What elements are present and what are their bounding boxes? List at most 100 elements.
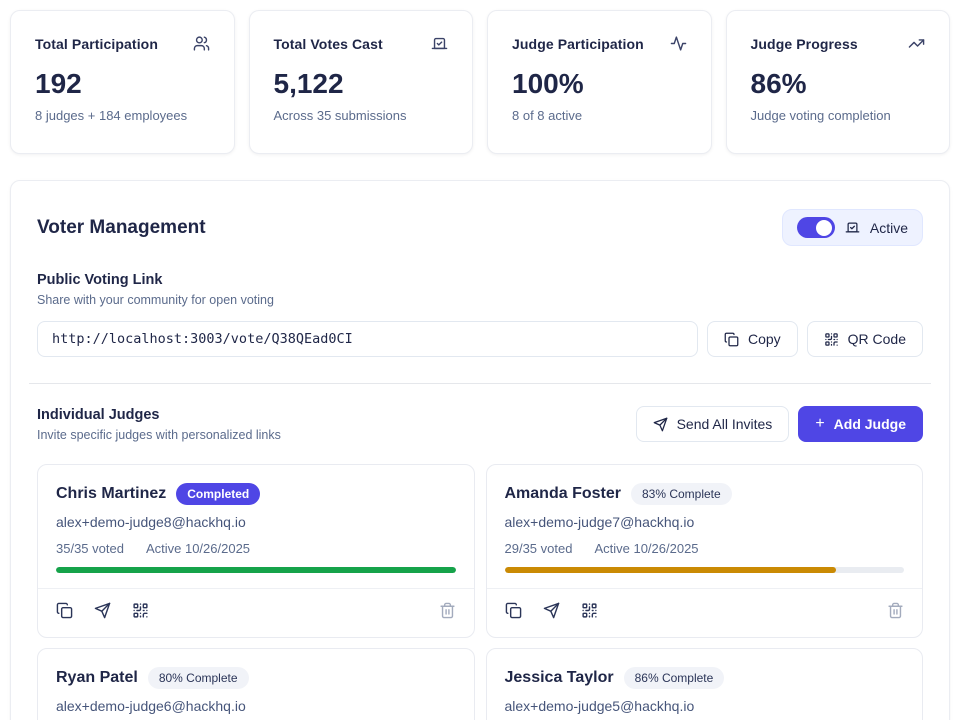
copy-button-label: Copy [748,331,781,347]
judge-name: Chris Martinez [56,485,166,503]
judge-status-badge: 83% Complete [631,483,732,505]
active-toggle-label: Active [870,220,908,236]
judge-status-badge: 80% Complete [148,667,249,689]
toggle-knob [816,220,832,236]
trash-icon [439,602,456,619]
public-link-subtitle: Share with your community for open votin… [37,293,923,307]
qr-code-icon [581,602,598,619]
add-judge-button[interactable]: + Add Judge [798,406,923,442]
judge-progress-fill [505,567,837,573]
judge-card-actions [56,602,456,619]
judge-last-active: Active 10/26/2025 [146,541,250,556]
add-judge-label: Add Judge [834,416,906,432]
judge-card-divider [487,588,923,589]
stat-title: Total Participation [35,36,158,52]
judges-section-subtitle: Invite specific judges with personalized… [37,428,281,442]
stat-card: Judge Participation 100% 8 of 8 active [487,10,712,154]
public-link-row: Copy QR Code [37,321,923,357]
section-divider [29,383,931,384]
judge-progress-track [505,567,905,573]
judge-progress-track [56,567,456,573]
copy-judge-link-button[interactable] [56,602,73,619]
stat-value: 5,122 [274,68,449,100]
stat-title: Total Votes Cast [274,36,383,52]
judge-card-header: Ryan Patel 80% Complete [56,667,456,689]
stats-row: Total Participation 192 8 judges + 184 e… [10,10,950,154]
judge-email: alex+demo-judge5@hackhq.io [505,698,905,714]
stat-card: Total Participation 192 8 judges + 184 e… [10,10,235,154]
trash-icon [887,602,904,619]
stat-subtitle: 8 of 8 active [512,108,687,123]
qr-code-icon [132,602,149,619]
stat-card-header: Judge Participation [512,35,687,52]
panel-header: Voter Management Active [37,209,923,246]
individual-judges-header: Individual Judges Invite specific judges… [37,406,923,442]
users-icon [193,35,210,52]
send-invite-button[interactable] [543,602,560,619]
judge-email: alex+demo-judge8@hackhq.io [56,514,456,530]
voter-management-panel: Voter Management Active Public Voting Li… [10,180,950,720]
judge-card: Jessica Taylor 86% Complete alex+demo-ju… [486,648,924,720]
vote-icon [431,35,448,52]
stat-subtitle: 8 judges + 184 employees [35,108,210,123]
stat-subtitle: Across 35 submissions [274,108,449,123]
delete-judge-button[interactable] [439,602,456,619]
judge-qr-code-button[interactable] [581,602,598,619]
judge-status-badge: 86% Complete [624,667,725,689]
voting-active-toggle-group[interactable]: Active [782,209,923,246]
judge-card-header: Amanda Foster 83% Complete [505,483,905,505]
trending-up-icon [908,35,925,52]
judge-last-active: Active 10/26/2025 [594,541,698,556]
stat-card-header: Total Votes Cast [274,35,449,52]
judge-status-badge: Completed [176,483,260,505]
plus-icon: + [815,416,824,432]
active-toggle[interactable] [797,217,835,238]
judge-progress-fill [56,567,456,573]
copy-link-button[interactable]: Copy [707,321,798,357]
judge-voted-count: 29/35 voted [505,541,573,556]
send-icon [94,602,111,619]
judges-header-actions: Send All Invites + Add Judge [636,406,923,442]
stat-card: Total Votes Cast 5,122 Across 35 submiss… [249,10,474,154]
public-voting-link-section: Public Voting Link Share with your commu… [37,272,923,357]
stat-card: Judge Progress 86% Judge voting completi… [726,10,951,154]
judge-name: Ryan Patel [56,669,138,687]
judges-grid: Chris Martinez Completed alex+demo-judge… [37,464,923,720]
stat-value: 86% [751,68,926,100]
delete-judge-button[interactable] [887,602,904,619]
qr-code-icon [824,332,839,347]
stat-value: 192 [35,68,210,100]
activity-icon [670,35,687,52]
judge-card-actions [505,602,905,619]
judge-email: alex+demo-judge6@hackhq.io [56,698,456,714]
judges-section-title: Individual Judges [37,407,281,423]
stat-value: 100% [512,68,687,100]
send-all-invites-button[interactable]: Send All Invites [636,406,790,442]
judge-card: Ryan Patel 80% Complete alex+demo-judge6… [37,648,475,720]
send-icon [543,602,560,619]
send-invite-button[interactable] [94,602,111,619]
voting-url-input[interactable] [37,321,698,357]
judge-card-header: Chris Martinez Completed [56,483,456,505]
copy-icon [724,332,739,347]
vote-icon [845,220,860,235]
judges-header-text: Individual Judges Invite specific judges… [37,407,281,442]
judge-stats: 29/35 voted Active 10/26/2025 [505,541,905,556]
copy-icon [505,602,522,619]
stat-card-header: Judge Progress [751,35,926,52]
send-all-label: Send All Invites [677,416,773,432]
judge-qr-code-button[interactable] [132,602,149,619]
judge-voted-count: 35/35 voted [56,541,124,556]
public-link-title: Public Voting Link [37,272,923,288]
copy-icon [56,602,73,619]
judge-card: Chris Martinez Completed alex+demo-judge… [37,464,475,638]
judge-card-header: Jessica Taylor 86% Complete [505,667,905,689]
judge-name: Amanda Foster [505,485,621,503]
stat-subtitle: Judge voting completion [751,108,926,123]
stat-title: Judge Participation [512,36,644,52]
qr-code-button[interactable]: QR Code [807,321,923,357]
judge-name: Jessica Taylor [505,669,614,687]
copy-judge-link-button[interactable] [505,602,522,619]
qr-button-label: QR Code [848,331,906,347]
judge-card: Amanda Foster 83% Complete alex+demo-jud… [486,464,924,638]
